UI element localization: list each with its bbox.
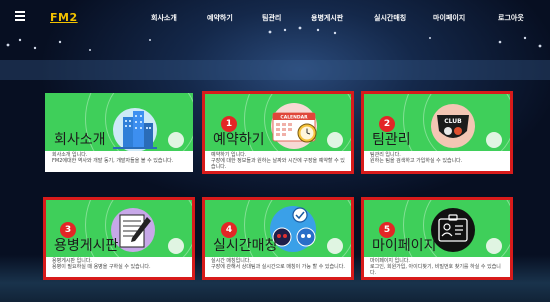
nav-reservation[interactable]: 예약하기	[207, 13, 233, 23]
highlight-frame-mypage	[361, 197, 513, 280]
card-toggle-dot	[168, 132, 184, 148]
nav-mypage[interactable]: 마이페이지	[433, 13, 465, 23]
highlight-frame-mercenary	[43, 197, 195, 280]
step-badge-3: 3	[60, 222, 76, 238]
step-badge-5: 5	[379, 222, 395, 238]
card-title: 회사소개	[54, 132, 106, 148]
card-company[interactable]: 회사소개 회사소개 입니다. FM2에대한 역사와 개발 동기, 개발자들을 볼…	[45, 93, 193, 172]
logo-link[interactable]: FM2	[50, 11, 78, 24]
nav-mercenary-board[interactable]: 용병게시판	[311, 13, 343, 23]
step-badge-2: 2	[379, 116, 395, 132]
step-badge-4: 4	[221, 222, 237, 238]
card-description: 회사소개 입니다. FM2에대한 역사와 개발 동기, 개발자들을 볼 수 있습…	[52, 152, 174, 164]
highlight-frame-matching	[202, 197, 354, 280]
hamburger-menu-icon[interactable]	[15, 11, 25, 23]
highlight-frame-team	[361, 91, 513, 174]
highlight-frame-reservation	[202, 91, 354, 174]
nav-team[interactable]: 팀관리	[262, 13, 281, 23]
city-buildings-icon	[105, 103, 165, 157]
step-badge-1: 1	[221, 116, 237, 132]
nav-live-matching[interactable]: 실시간매칭	[374, 13, 406, 23]
nav-logout[interactable]: 로그아웃	[498, 13, 524, 23]
nav-company[interactable]: 회사소개	[151, 13, 177, 23]
